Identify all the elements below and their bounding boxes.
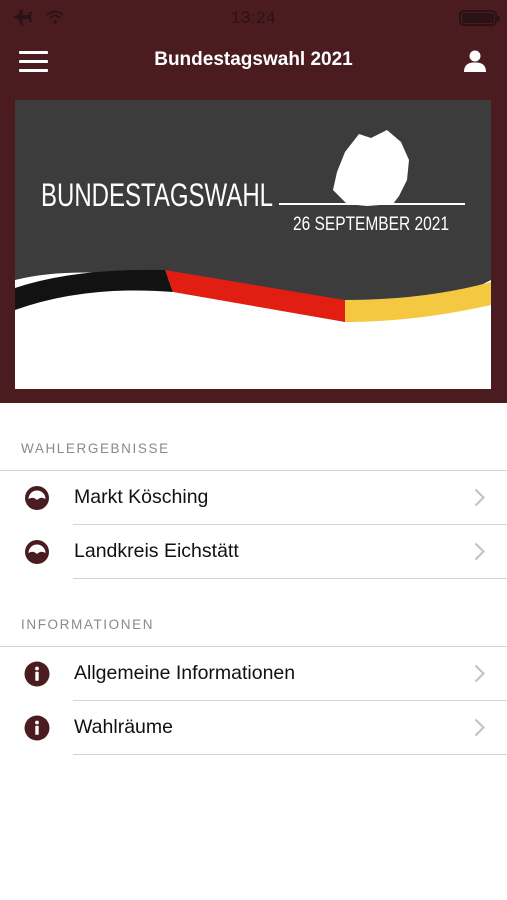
- status-bar: 13:24: [0, 0, 507, 36]
- battery-icon: [459, 10, 500, 26]
- row-separator: [73, 754, 507, 755]
- info-icon: [24, 715, 50, 741]
- info-icon: [24, 661, 50, 687]
- battery-tip: [497, 16, 500, 21]
- status-time: 13:24: [230, 8, 277, 27]
- list-item-allgemeine-informationen[interactable]: Allgemeine Informationen: [0, 647, 507, 701]
- section-wahlergebnisse: WAHLERGEBNISSE Markt Kösching Landkreis …: [0, 403, 507, 579]
- election-banner: BUNDESTAGSWAHL 26 SEPTEMBER 2021: [15, 100, 491, 389]
- information-list: Allgemeine Informationen Wahlräume: [0, 646, 507, 755]
- result-gauge-icon: [25, 486, 49, 510]
- section-header-label: WAHLERGEBNISSE: [21, 441, 170, 456]
- section-header: WAHLERGEBNISSE: [0, 403, 507, 470]
- chevron-right-icon: [474, 664, 485, 683]
- navigation-bar: Bundestagswahl 2021: [0, 36, 507, 88]
- list-item-landkreis-eichstaett[interactable]: Landkreis Eichstätt: [0, 525, 507, 579]
- banner-headline: BUNDESTAGSWAHL: [41, 177, 273, 213]
- user-profile-icon[interactable]: [463, 49, 487, 73]
- list-item-label: Wahlräume: [74, 716, 173, 738]
- list-item-label: Landkreis Eichstätt: [74, 540, 239, 562]
- section-header: INFORMATIONEN: [0, 579, 507, 646]
- main-content: WAHLERGEBNISSE Markt Kösching Landkreis …: [0, 403, 507, 755]
- section-header-label: INFORMATIONEN: [21, 617, 155, 632]
- list-item-label: Allgemeine Informationen: [74, 662, 296, 684]
- battery-level: [462, 13, 494, 23]
- chevron-right-icon: [474, 542, 485, 561]
- results-list: Markt Kösching Landkreis Eichstätt: [0, 470, 507, 579]
- chevron-right-icon: [474, 718, 485, 737]
- header: 13:24 Bundestagswahl 2021 BUNDESTAGSWAHL…: [0, 0, 507, 403]
- list-item-markt-koesching[interactable]: Markt Kösching: [0, 471, 507, 525]
- page-title: Bundestagswahl 2021: [154, 49, 353, 70]
- list-item-label: Markt Kösching: [74, 486, 209, 508]
- list-item-wahlraeume[interactable]: Wahlräume: [0, 701, 507, 755]
- banner-date: 26 SEPTEMBER 2021: [293, 214, 449, 235]
- result-gauge-icon: [25, 540, 49, 564]
- chevron-right-icon: [474, 488, 485, 507]
- section-informationen: INFORMATIONEN Allgemeine Informationen W…: [0, 579, 507, 755]
